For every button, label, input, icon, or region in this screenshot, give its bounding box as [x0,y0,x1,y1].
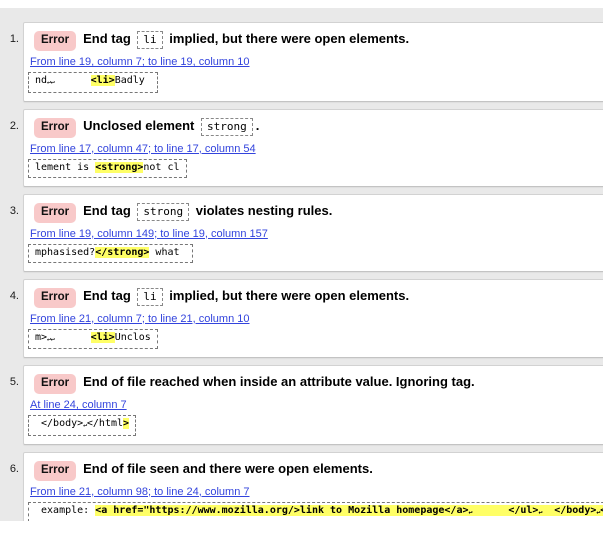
snippet-wrap: nd↩↩ <li>Badly [28,72,603,93]
source-location-link[interactable]: From line 21, column 7; to line 21, colu… [30,313,250,325]
error-number: 4. [4,279,19,302]
error-number: 5. [4,365,19,388]
code-snippet: lement is <strong>not cl [28,159,187,178]
message-text: End tag strong violates nesting rules. [83,203,332,218]
message-text-pre: End of file seen and there were open ele… [83,461,373,476]
message-text-post: implied, but there were open elements. [166,31,409,46]
linebreak-glyph: ↩ [51,79,55,87]
source-location: At line 24, column 7 [28,398,603,411]
error-row: 3. Error End tag strong violates nesting … [4,194,603,272]
error-card: Error End tag li implied, but there were … [23,279,603,359]
source-location: From line 21, column 7; to line 21, colu… [28,312,603,325]
snippet-pre: </body>↩</html [35,418,123,429]
linebreak-glyph: ↩ [51,335,55,343]
snippet-highlight: <li> [91,75,115,86]
snippet-highlight: > [123,418,129,429]
error-badge: Error [34,288,76,308]
error-row: 6. Error End of file seen and there were … [4,452,603,522]
message-text-pre: End tag [83,288,134,303]
snippet-wrap: example: <a href="https://www.mozilla.or… [28,502,603,522]
error-card: Error Unclosed element strong. From line … [23,109,603,187]
code-snippet: </body>↩</html> [28,415,136,436]
snippet-wrap: </body>↩</html> [28,415,603,436]
source-location-link[interactable]: From line 17, column 47; to line 17, col… [30,143,256,155]
error-badge: Error [34,374,76,394]
snippet-highlight: <li> [91,332,115,343]
snippet-post: Unclos [115,332,151,343]
source-location-link[interactable]: At line 24, column 7 [30,399,127,411]
error-number: 3. [4,194,19,217]
message-text: End of file seen and there were open ele… [83,461,373,476]
message-text-pre: Unclosed element [83,118,198,133]
error-message: Error End of file reached when inside an … [28,373,603,394]
linebreak-glyph: ↩ [538,508,542,516]
error-message: Error End tag li implied, but there were … [28,287,603,308]
error-number: 1. [4,22,19,45]
message-text-post: violates nesting rules. [192,203,332,218]
error-number: 6. [4,452,19,475]
message-text-pre: End tag [83,203,134,218]
message-code: li [137,31,162,49]
code-snippet: mphasised?</strong> what [28,244,193,263]
snippet-highlight: <strong> [95,162,143,173]
snippet-pre: nd↩↩ [35,75,91,86]
linebreak-glyph: ↩ [596,508,600,516]
error-badge: Error [34,203,76,223]
code-snippet: m>↩↩ <li>Unclos [28,329,158,350]
source-location: From line 19, column 7; to line 19, colu… [28,55,603,68]
message-code: li [137,288,162,306]
message-text-pre: End of file reached when inside an attri… [83,374,475,389]
error-row: 2. Error Unclosed element strong. From li… [4,109,603,187]
snippet-post: what [149,247,185,258]
code-snippet: example: <a href="https://www.mozilla.or… [28,502,603,522]
validator-results-panel: 1. Error End tag li implied, but there we… [0,8,603,521]
snippet-wrap: m>↩↩ <li>Unclos [28,329,603,350]
source-location: From line 19, column 149; to line 19, co… [28,227,603,240]
message-code: strong [137,203,189,221]
message-text: End tag li implied, but there were open … [83,31,409,46]
message-text: End of file reached when inside an attri… [83,374,475,389]
snippet-post: Badly [115,75,151,86]
error-badge: Error [34,118,76,138]
snippet-pre: mphasised? [35,247,95,258]
message-text-post: . [256,118,260,133]
code-snippet: nd↩↩ <li>Badly [28,72,158,93]
error-card: Error End tag strong violates nesting rul… [23,194,603,272]
error-card: Error End tag li implied, but there were … [23,22,603,102]
source-location: From line 17, column 47; to line 17, col… [28,142,603,155]
error-card: Error End of file reached when inside an … [23,365,603,445]
error-message: Error End tag li implied, but there were … [28,30,603,51]
error-row: 5. Error End of file reached when inside … [4,365,603,445]
source-location: From line 21, column 98; to line 24, col… [28,485,603,498]
error-badge: Error [34,31,76,51]
snippet-wrap: mphasised?</strong> what [28,244,603,263]
message-text-pre: End tag [83,31,134,46]
snippet-post: not cl [143,162,179,173]
error-list: 1. Error End tag li implied, but there we… [0,8,603,521]
snippet-highlight: <a href="https://www.mozilla.org/>link t… [95,505,603,516]
message-code: strong [201,118,253,136]
error-number: 2. [4,109,19,132]
message-text-post: implied, but there were open elements. [166,288,409,303]
error-message: Error End tag strong violates nesting rul… [28,202,603,223]
error-card: Error End of file seen and there were ope… [23,452,603,522]
source-location-link[interactable]: From line 21, column 98; to line 24, col… [30,486,250,498]
error-badge: Error [34,461,76,481]
error-row: 4. Error End tag li implied, but there we… [4,279,603,359]
snippet-pre: example: [35,505,95,516]
message-text: End tag li implied, but there were open … [83,288,409,303]
snippet-pre: m>↩↩ [35,332,91,343]
error-message: Error Unclosed element strong. [28,117,603,138]
error-row: 1. Error End tag li implied, but there we… [4,22,603,102]
snippet-pre: lement is [35,162,95,173]
source-location-link[interactable]: From line 19, column 7; to line 19, colu… [30,56,250,68]
error-message: Error End of file seen and there were ope… [28,460,603,481]
message-text: Unclosed element strong. [83,118,259,133]
snippet-highlight: </strong> [95,247,149,258]
snippet-wrap: lement is <strong>not cl [28,159,603,178]
linebreak-glyph: ↩ [469,508,473,516]
linebreak-glyph: ↩ [83,422,87,430]
source-location-link[interactable]: From line 19, column 149; to line 19, co… [30,228,268,240]
